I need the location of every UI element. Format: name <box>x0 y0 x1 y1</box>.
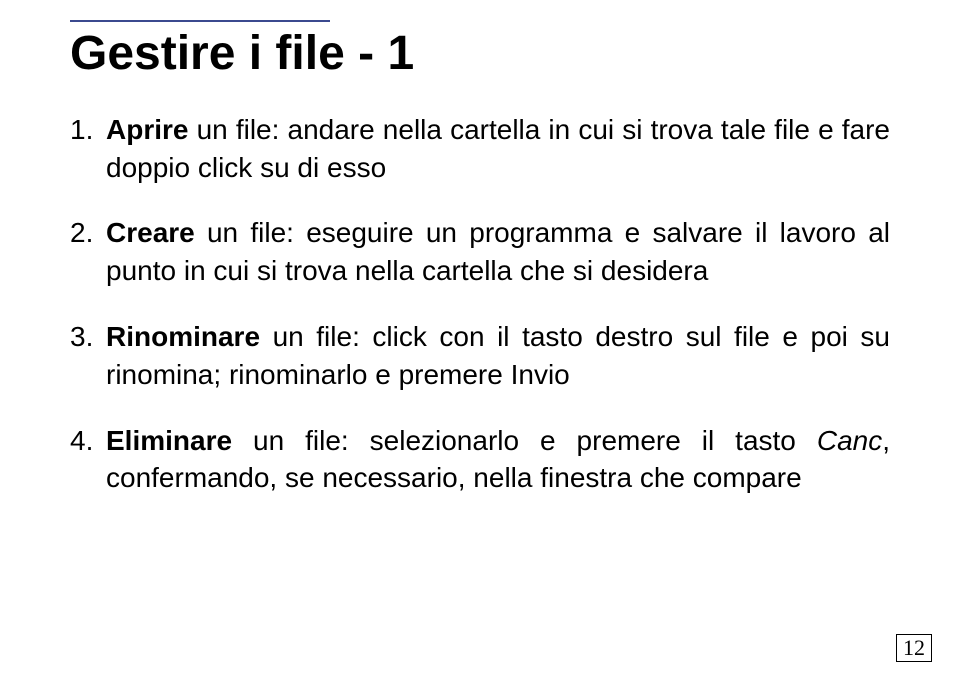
list-item: Rinominare un file: click con il tasto d… <box>106 318 890 394</box>
header-rule <box>70 20 330 22</box>
list-item: Aprire un file: andare nella cartella in… <box>106 111 890 187</box>
item-text: un file: selezionarlo e premere il tasto <box>232 425 817 456</box>
item-text: un file: andare nella cartella in cui si… <box>106 114 890 183</box>
item-lead: Creare <box>106 217 195 248</box>
page-title: Gestire i file - 1 <box>70 28 890 81</box>
page-number: 12 <box>896 634 932 662</box>
item-lead: Eliminare <box>106 425 232 456</box>
instruction-list: Aprire un file: andare nella cartella in… <box>70 111 890 497</box>
item-italic: Canc <box>817 425 882 456</box>
item-lead: Rinominare <box>106 321 260 352</box>
item-text: un file: eseguire un programma e salvare… <box>106 217 890 286</box>
list-item: Creare un file: eseguire un programma e … <box>106 214 890 290</box>
slide-page: Gestire i file - 1 Aprire un file: andar… <box>0 0 960 684</box>
item-lead: Aprire <box>106 114 188 145</box>
list-item: Eliminare un file: selezionarlo e premer… <box>106 422 890 498</box>
